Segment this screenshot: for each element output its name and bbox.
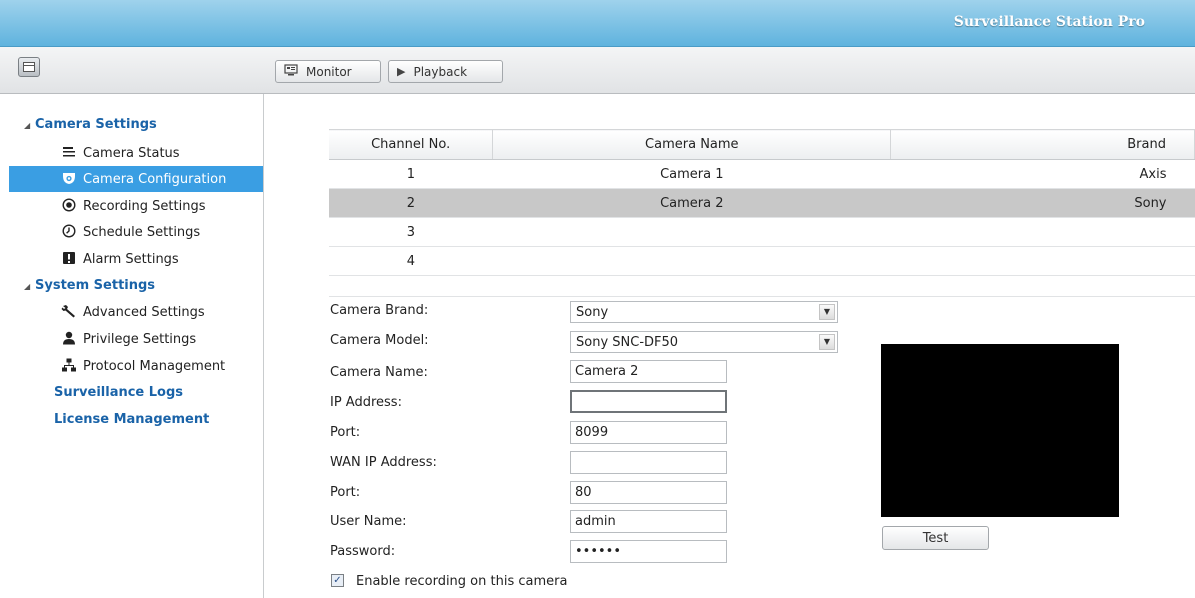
sidebar-item-label: Camera Status [83,145,180,161]
camera-name-input[interactable] [570,360,727,383]
ip-address-input[interactable] [570,390,727,413]
window-layout-icon[interactable] [18,57,40,77]
ip-address-label: IP Address: [330,395,402,410]
enable-recording-label: Enable recording on this camera [356,574,568,589]
camera-name-label: Camera Name: [330,365,428,380]
sidebar-item-label: Alarm Settings [83,251,179,267]
port-input[interactable] [570,421,727,444]
monitor-button[interactable]: Monitor [275,60,381,83]
cell-camera-name [492,246,891,276]
sidebar-item-alarm-settings[interactable]: Alarm Settings [9,246,263,272]
play-icon: ▶ [397,65,406,78]
record-icon [61,198,77,214]
sidebar-item-label: Protocol Management [83,358,226,374]
camera-model-select[interactable]: Sony SNC-DF50 ▼ [570,331,838,353]
wan-ip-address-label: WAN IP Address: [330,455,437,470]
sidebar-group-camera-settings[interactable]: ◢ Camera Settings [24,117,157,132]
cell-camera-name [492,217,891,247]
sidebar-item-label: Recording Settings [83,198,206,214]
sidebar-item-privilege-settings[interactable]: Privilege Settings [9,326,263,352]
sidebar-item-label: Advanced Settings [83,304,205,320]
sidebar-item-label: Privilege Settings [83,331,197,347]
wan-port-label: Port: [330,485,361,500]
playback-button[interactable]: ▶ Playback [388,60,503,83]
wrench-icon [61,304,77,320]
cell-channel: 4 [329,246,493,276]
sidebar-item-label: Camera Configuration [83,171,227,187]
sidebar-item-license-management[interactable]: License Management [54,412,209,427]
cell-brand [890,246,1195,276]
password-label: Password: [330,544,396,559]
test-button[interactable]: Test [882,526,989,550]
sidebar-item-surveillance-logs[interactable]: Surveillance Logs [54,385,183,400]
wan-ip-address-input[interactable] [570,451,727,474]
table-row[interactable]: 2 Camera 2 Sony [329,188,1195,218]
table-row[interactable]: 3 [329,217,1195,247]
chevron-down-icon: ▼ [819,304,835,320]
user-name-label: User Name: [330,514,407,529]
monitor-label: Monitor [306,64,352,79]
cell-channel: 3 [329,217,493,247]
camera-icon [61,171,77,187]
cell-brand: Sony [890,188,1195,218]
column-header-camera-name[interactable]: Camera Name [492,129,892,160]
camera-brand-select[interactable]: Sony ▼ [570,301,838,323]
cell-brand: Axis [890,159,1195,189]
sidebar-item-recording-settings[interactable]: Recording Settings [9,193,263,219]
sidebar-item-schedule-settings[interactable]: Schedule Settings [9,219,263,245]
camera-model-label: Camera Model: [330,333,429,348]
table-row-empty [329,275,1195,297]
list-icon [61,145,77,161]
sidebar-item-camera-configuration[interactable]: Camera Configuration [9,166,263,192]
sidebar-item-advanced-settings[interactable]: Advanced Settings [9,299,263,325]
sidebar-group-system-settings[interactable]: ◢ System Settings [24,278,155,293]
monitor-icon [284,64,298,79]
cell-channel: 2 [329,188,493,218]
column-header-brand[interactable]: Brand [890,129,1195,160]
network-icon [61,358,77,374]
enable-recording-checkbox[interactable]: ✓ [331,574,344,587]
user-name-input[interactable] [570,510,727,533]
collapse-triangle-icon: ◢ [24,282,31,291]
title-bar: Surveillance Station Pro [0,0,1195,47]
column-header-channel[interactable]: Channel No. [329,129,494,160]
camera-table: Channel No. Camera Name Brand 1 Camera 1… [329,129,1195,297]
clock-icon [61,224,77,240]
playback-label: Playback [413,64,468,79]
sidebar-item-camera-status[interactable]: Camera Status [9,140,263,166]
chevron-down-icon: ▼ [819,334,835,350]
toolbar: Monitor ▶ Playback [0,47,1195,94]
sidebar-item-protocol-management[interactable]: Protocol Management [9,353,263,379]
app-title: Surveillance Station Pro [953,14,1145,30]
camera-brand-label: Camera Brand: [330,303,429,318]
collapse-triangle-icon: ◢ [24,121,31,130]
table-row[interactable]: 4 [329,246,1195,276]
table-header-row: Channel No. Camera Name Brand [329,129,1195,160]
user-icon [61,331,77,347]
alarm-icon [61,251,77,267]
password-input[interactable] [570,540,727,563]
wan-port-input[interactable] [570,481,727,504]
cell-camera-name: Camera 2 [492,188,891,218]
sidebar-item-label: Schedule Settings [83,224,201,240]
port-label: Port: [330,425,361,440]
cell-brand [890,217,1195,247]
cell-camera-name: Camera 1 [492,159,891,189]
camera-preview [881,344,1119,517]
cell-channel: 1 [329,159,493,189]
table-row[interactable]: 1 Camera 1 Axis [329,159,1195,189]
